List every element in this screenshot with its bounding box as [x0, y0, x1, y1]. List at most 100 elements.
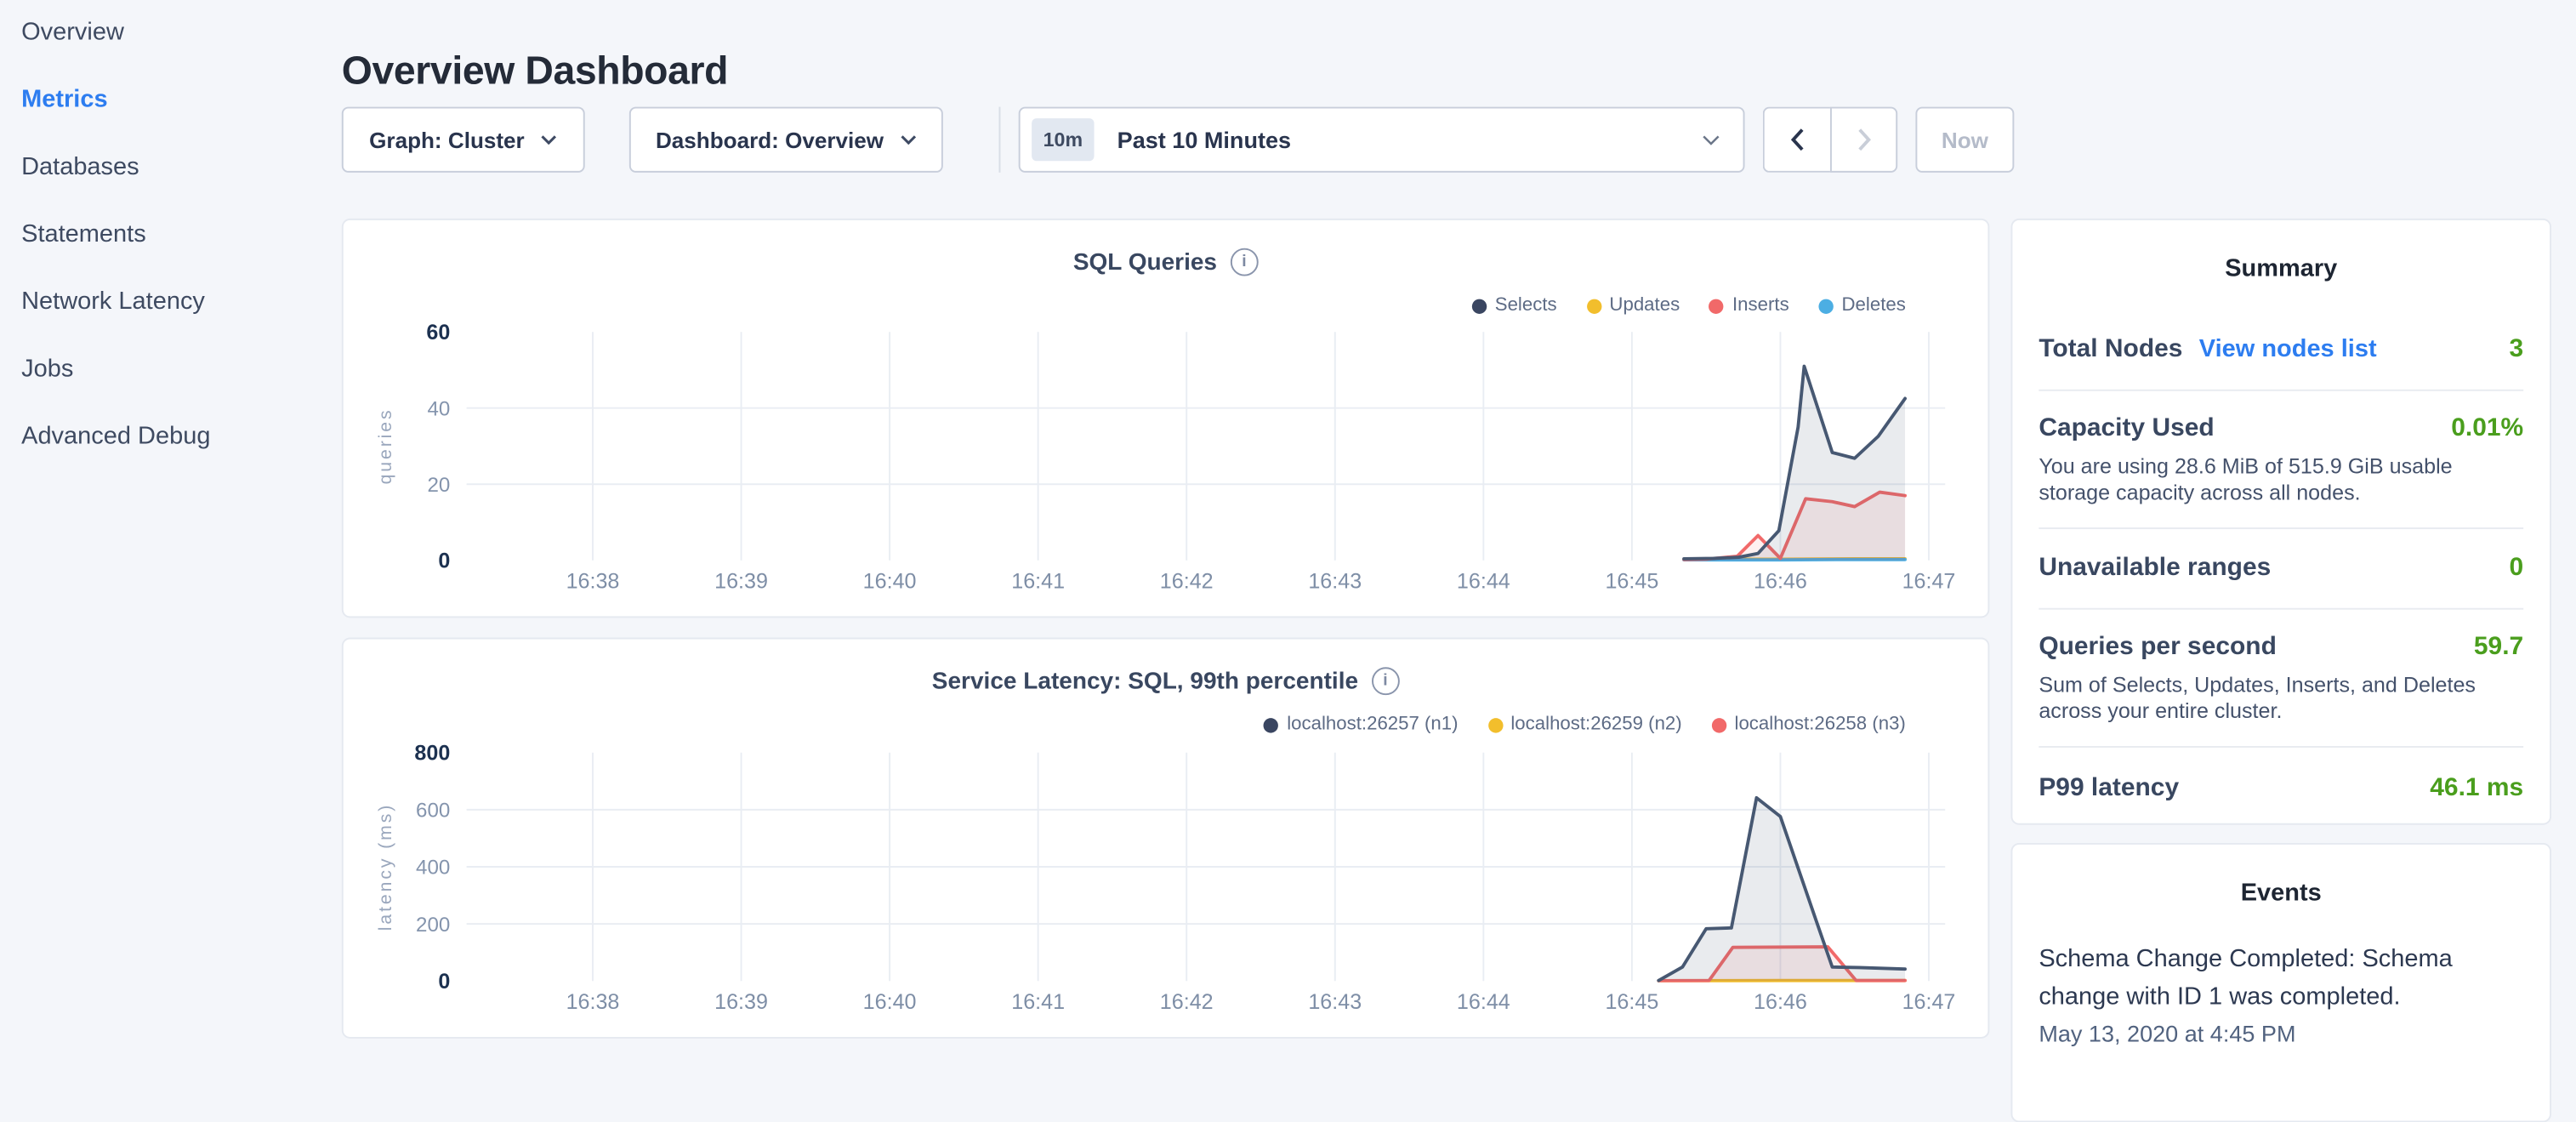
summary-row-value: 3 — [2510, 335, 2524, 365]
divider — [2039, 608, 2523, 610]
legend-dot-icon — [1709, 299, 1724, 313]
svg-text:40: 40 — [427, 397, 450, 420]
svg-text:16:42: 16:42 — [1160, 990, 1214, 1014]
legend-dot-icon — [1487, 717, 1502, 732]
controls-bar: Graph: Cluster Dashboard: Overview 10m P… — [342, 107, 2015, 173]
svg-text:16:39: 16:39 — [714, 570, 768, 594]
legend-item: Inserts — [1709, 296, 1789, 316]
svg-text:0: 0 — [438, 970, 450, 994]
sidebar-item-metrics[interactable]: Metrics — [21, 87, 317, 111]
event-item-text[interactable]: Schema Change Completed: Schema change w… — [2039, 942, 2523, 1016]
summary-row-queries-per-second: Queries per second 59.7 — [2039, 633, 2523, 663]
time-range-dropdown[interactable]: 10m Past 10 Minutes — [1019, 107, 1745, 173]
summary-row-label: P99 latency — [2039, 774, 2179, 804]
svg-text:16:43: 16:43 — [1308, 990, 1362, 1014]
view-nodes-list-link[interactable]: View nodes list — [2199, 335, 2377, 363]
legend-label: localhost:26259 (n2) — [1510, 715, 1681, 734]
legend-label: Updates — [1609, 296, 1680, 316]
time-back-button[interactable] — [1763, 107, 1830, 173]
sidebar-item-statements[interactable]: Statements — [21, 222, 317, 247]
service-latency-chart[interactable]: 16:3816:3916:4016:4116:4216:4316:4416:45… — [344, 639, 1988, 1036]
summary-row-label: Queries per second — [2039, 633, 2277, 663]
legend-item: Selects — [1472, 296, 1557, 316]
svg-text:16:46: 16:46 — [1754, 570, 1807, 594]
sidebar-item-databases[interactable]: Databases — [21, 155, 317, 179]
svg-text:16:44: 16:44 — [1457, 570, 1510, 594]
summary-row-value: 0 — [2510, 554, 2524, 584]
summary-row-label: Unavailable ranges — [2039, 554, 2271, 584]
sidebar: Overview Metrics Databases Statements Networ… — [21, 20, 317, 491]
dashboard-dropdown[interactable]: Dashboard: Overview — [629, 107, 943, 173]
svg-text:queries: queries — [375, 408, 395, 485]
summary-row-label: Total Nodes — [2039, 335, 2182, 365]
legend-label: Deletes — [1842, 296, 1906, 316]
chevron-down-icon — [900, 134, 916, 145]
summary-row-value: 0.01% — [2451, 414, 2523, 444]
chevron-left-icon — [1791, 128, 1804, 151]
now-button-label: Now — [1942, 128, 1988, 152]
info-icon[interactable]: i — [1372, 667, 1400, 695]
event-item-timestamp: May 13, 2020 at 4:45 PM — [2039, 1021, 2523, 1047]
sidebar-item-jobs[interactable]: Jobs — [21, 356, 317, 381]
svg-text:16:45: 16:45 — [1605, 570, 1658, 594]
summary-row-total-nodes: Total Nodes View nodes list 3 — [2039, 335, 2523, 365]
divider — [2039, 390, 2523, 391]
now-button[interactable]: Now — [1915, 107, 2014, 173]
summary-row-capacity-used: Capacity Used 0.01% — [2039, 414, 2523, 444]
dashboard-dropdown-label: Dashboard: Overview — [656, 128, 884, 152]
summary-row-value: 46.1 ms — [2430, 774, 2523, 804]
svg-text:16:43: 16:43 — [1308, 570, 1362, 594]
db-console-page: Overview Metrics Databases Statements Networ… — [0, 0, 2576, 1051]
sidebar-item-overview[interactable]: Overview — [21, 20, 317, 44]
sidebar-item-network-latency[interactable]: Network Latency — [21, 289, 317, 314]
legend-item: localhost:26258 (n3) — [1711, 715, 1905, 734]
svg-text:0: 0 — [438, 549, 450, 572]
svg-text:60: 60 — [426, 321, 450, 345]
svg-text:16:38: 16:38 — [566, 990, 620, 1014]
legend-dot-icon — [1586, 299, 1601, 313]
svg-text:16:45: 16:45 — [1605, 990, 1658, 1014]
legend-label: localhost:26257 (n1) — [1287, 715, 1458, 734]
events-heading: Events — [2039, 879, 2523, 907]
svg-text:16:47: 16:47 — [1902, 990, 1956, 1014]
sql-queries-chart[interactable]: 16:3816:3916:4016:4116:4216:4316:4416:45… — [344, 220, 1988, 617]
time-forward-button[interactable] — [1830, 107, 1897, 173]
summary-row-subtext: You are using 28.6 MiB of 515.9 GiB usab… — [2039, 453, 2523, 504]
divider — [2039, 527, 2523, 529]
info-icon[interactable]: i — [1230, 248, 1258, 276]
chart-title: SQL Queries — [1073, 249, 1217, 276]
svg-text:600: 600 — [416, 800, 450, 823]
legend-dot-icon — [1818, 299, 1833, 313]
legend-item: localhost:26259 (n2) — [1487, 715, 1681, 734]
svg-text:16:38: 16:38 — [566, 570, 620, 594]
graph-dropdown[interactable]: Graph: Cluster — [342, 107, 585, 173]
chevron-down-icon — [1702, 134, 1720, 145]
service-latency-chart-card: 16:3816:3916:4016:4116:4216:4316:4416:45… — [342, 638, 1990, 1039]
svg-text:16:44: 16:44 — [1457, 990, 1510, 1014]
sidebar-item-advanced-debug[interactable]: Advanced Debug — [21, 424, 317, 448]
summary-heading: Summary — [2039, 254, 2523, 282]
chevron-down-icon — [541, 134, 557, 145]
legend-label: Inserts — [1732, 296, 1789, 316]
controls-divider — [999, 107, 1001, 173]
svg-text:400: 400 — [416, 857, 450, 880]
svg-text:16:42: 16:42 — [1160, 570, 1214, 594]
summary-row-unavailable-ranges: Unavailable ranges 0 — [2039, 554, 2523, 584]
graph-dropdown-label: Graph: Cluster — [369, 128, 525, 152]
summary-row-value: 59.7 — [2474, 633, 2523, 663]
legend-item: Updates — [1586, 296, 1680, 316]
time-range-badge: 10m — [1032, 118, 1094, 161]
summary-panel: Summary Total Nodes View nodes list 3 Ca… — [2010, 219, 2551, 825]
summary-row-label: Capacity Used — [2039, 414, 2214, 444]
legend-dot-icon — [1711, 717, 1726, 732]
svg-text:16:46: 16:46 — [1754, 990, 1807, 1014]
chart-title: Service Latency: SQL, 99th percentile — [932, 668, 1358, 694]
time-nav-arrows — [1763, 107, 1897, 173]
chart-legend: Selects Updates Inserts Deletes — [1472, 296, 1906, 316]
legend-item: Deletes — [1818, 296, 1905, 316]
chart-legend: localhost:26257 (n1) localhost:26259 (n2)… — [1264, 715, 1906, 734]
sql-queries-chart-card: 16:3816:3916:4016:4116:4216:4316:4416:45… — [342, 219, 1990, 618]
svg-text:800: 800 — [414, 741, 450, 765]
chevron-right-icon — [1857, 128, 1870, 151]
summary-row-subtext: Sum of Selects, Updates, Inserts, and De… — [2039, 672, 2523, 723]
